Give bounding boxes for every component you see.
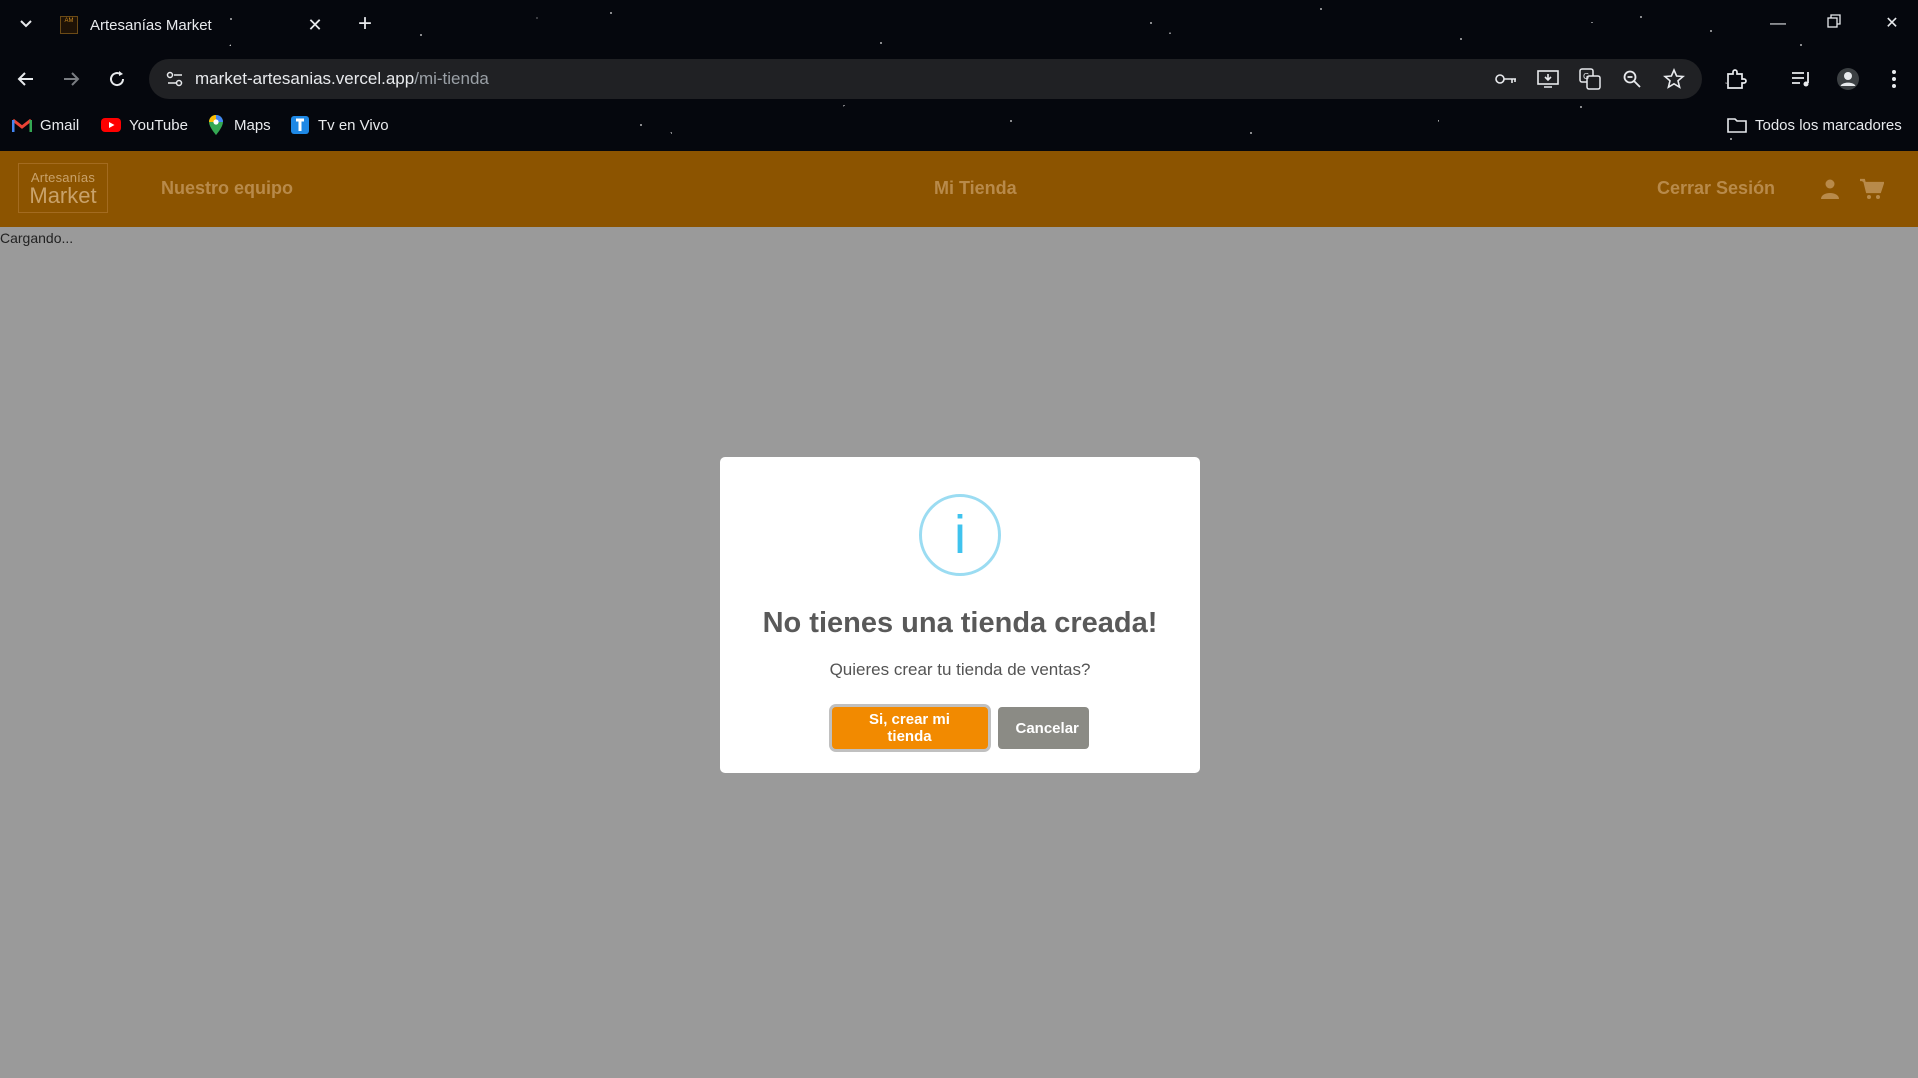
nav-link-logout[interactable]: Cerrar Sesión (1657, 178, 1775, 199)
dialog-actions: Si, crear mi tienda Cancelar (720, 707, 1200, 749)
tab-search-button[interactable] (14, 12, 38, 36)
tab-title: Artesanías Market (90, 16, 212, 34)
profile-avatar-icon[interactable] (1834, 65, 1862, 93)
url-text: market-artesanias.vercel.app/mi-tienda (195, 69, 489, 88)
site-settings-icon[interactable] (161, 65, 189, 93)
loading-text: Cargando... (0, 230, 74, 246)
bookmark-label: Tv en Vivo (318, 116, 389, 134)
maps-icon (206, 115, 226, 135)
svg-text:G: G (1583, 72, 1589, 81)
youtube-icon (101, 116, 121, 134)
nav-link-my-store[interactable]: Mi Tienda (934, 178, 1017, 199)
close-window-icon[interactable]: ✕ (1872, 10, 1912, 38)
minimize-window-icon[interactable]: — (1758, 10, 1798, 38)
address-bar[interactable]: market-artesanias.vercel.app/mi-tienda G (149, 59, 1702, 99)
bookmark-gmail[interactable]: Gmail (12, 114, 79, 136)
folder-icon (1727, 116, 1747, 134)
cancel-button[interactable]: Cancelar (997, 707, 1089, 749)
forward-arrow-icon[interactable] (55, 63, 87, 95)
site-favicon-icon: AM (60, 16, 78, 34)
browser-chrome: AM Artesanías Market ✕ + — ✕ market-arte… (0, 0, 1918, 151)
all-bookmarks-folder[interactable]: Todos los marcadores (1727, 114, 1902, 136)
nav-link-team[interactable]: Nuestro equipo (161, 178, 293, 199)
install-app-icon[interactable] (1536, 67, 1560, 91)
create-store-dialog: i No tienes una tienda creada! Quieres c… (720, 457, 1200, 773)
bookmark-tv-en-vivo[interactable]: Tv en Vivo (290, 114, 389, 136)
translate-icon[interactable]: G (1578, 67, 1602, 91)
new-tab-button[interactable]: + (352, 12, 378, 38)
tv-icon (290, 116, 310, 134)
media-queue-icon[interactable] (1788, 65, 1816, 93)
extensions-puzzle-icon[interactable] (1722, 65, 1750, 93)
site-logo[interactable]: Artesanías Market (18, 163, 108, 213)
browser-menu-icon[interactable] (1880, 65, 1908, 93)
back-arrow-icon[interactable] (10, 63, 42, 95)
bookmark-maps[interactable]: Maps (206, 114, 271, 136)
confirm-create-store-button[interactable]: Si, crear mi tienda (831, 707, 988, 749)
reload-icon[interactable] (101, 63, 133, 95)
user-icon[interactable] (1818, 177, 1842, 201)
bookmark-youtube[interactable]: YouTube (101, 114, 188, 136)
restore-window-icon[interactable] (1814, 10, 1854, 38)
browser-toolbar: market-artesanias.vercel.app/mi-tienda G (0, 56, 1918, 102)
zoom-icon[interactable] (1620, 67, 1644, 91)
gmail-icon (12, 116, 32, 134)
dialog-message: Quieres crear tu tienda de ventas? (829, 660, 1091, 679)
close-tab-icon[interactable]: ✕ (304, 14, 326, 36)
password-key-icon[interactable] (1494, 67, 1518, 91)
bookmark-label: Maps (234, 116, 271, 134)
bookmark-label: YouTube (129, 116, 188, 134)
shopping-cart-icon[interactable] (1860, 177, 1884, 201)
bookmark-star-icon[interactable] (1662, 67, 1686, 91)
browser-tab-active[interactable]: AM Artesanías Market ✕ (56, 8, 338, 42)
logo-line-2: Market (29, 183, 97, 208)
info-icon: i (919, 494, 1001, 576)
tab-strip: AM Artesanías Market ✕ + — ✕ (0, 0, 1918, 50)
bookmark-label: Gmail (40, 116, 80, 134)
all-bookmarks-label: Todos los marcadores (1755, 116, 1902, 134)
dialog-title: No tienes una tienda creada! (762, 607, 1158, 639)
bookmarks-bar: Gmail YouTube Maps Tv en Vivo Todos los … (0, 110, 1918, 140)
site-header: Artesanías Market Nuestro equipo Mi Tien… (0, 151, 1918, 227)
